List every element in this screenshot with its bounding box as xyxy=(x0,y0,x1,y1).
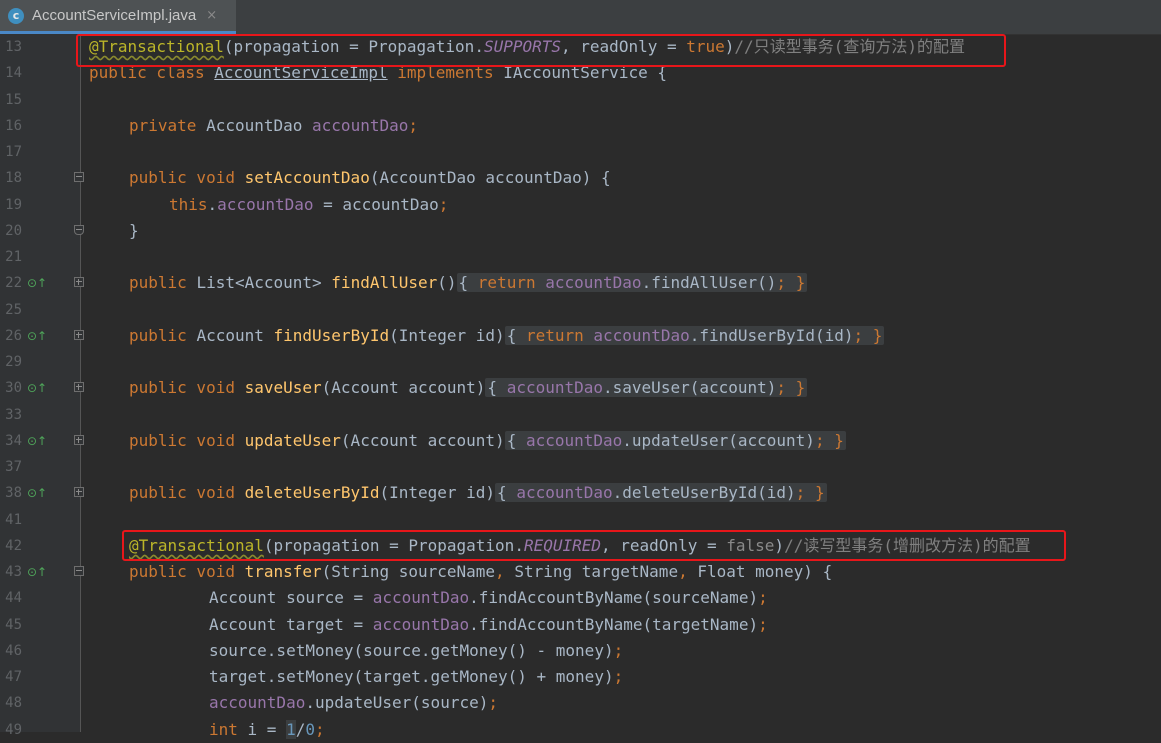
implements-method-icon[interactable]: ⊙↑ xyxy=(27,276,47,290)
line-number: 29 xyxy=(5,354,22,370)
editor-tab-bar: c AccountServiceImpl.java × xyxy=(0,0,1161,35)
code-line: 37 xyxy=(0,454,1161,480)
fold-expand-icon[interactable] xyxy=(74,277,84,288)
implements-method-icon[interactable]: ⊙↑ xyxy=(27,381,47,395)
code-line: 21 xyxy=(0,244,1161,270)
line-number: 48 xyxy=(5,695,22,712)
fold-expand-icon[interactable] xyxy=(74,487,84,498)
code-text: public Account findUserById(Integer id){… xyxy=(129,325,885,345)
implements-method-icon[interactable]: ⊙↑ xyxy=(27,565,47,579)
code-text: public List<Account> findAllUser(){ retu… xyxy=(129,273,808,293)
code-text: private AccountDao accountDao; xyxy=(129,115,418,135)
tab-label: AccountServiceImpl.java xyxy=(32,7,197,24)
implements-method-icon[interactable]: ⊙↑ xyxy=(27,329,47,343)
code-line: 19 this.accountDao = accountDao; xyxy=(0,192,1161,218)
code-line: 33 xyxy=(0,402,1161,428)
code-line: 34 ⊙↑ public void updateUser(Account acc… xyxy=(0,428,1161,454)
fold-expand-icon[interactable] xyxy=(74,382,84,393)
line-number: 13 xyxy=(5,39,22,55)
code-line: 46 source.setMoney(source.getMoney() - m… xyxy=(0,638,1161,664)
line-number: 22 xyxy=(5,275,22,292)
line-number: 34 xyxy=(5,432,22,449)
code-line: 41 xyxy=(0,507,1161,533)
fold-toggle-icon[interactable] xyxy=(74,566,84,576)
code-line: 38 ⊙↑ public void deleteUserById(Integer… xyxy=(0,480,1161,506)
line-number: 33 xyxy=(5,406,22,423)
line-number: 43 xyxy=(5,564,22,580)
line-number: 21 xyxy=(5,249,22,265)
code-line: 44 Account source = accountDao.findAccou… xyxy=(0,585,1161,611)
code-text: int i = 1/0; xyxy=(209,719,325,739)
line-number: 45 xyxy=(5,616,22,633)
fold-toggle-icon[interactable] xyxy=(74,224,84,235)
fold-expand-icon[interactable] xyxy=(74,434,84,445)
java-class-icon: c xyxy=(8,7,24,24)
line-number: 25 xyxy=(5,301,22,318)
line-number: 30 xyxy=(5,380,22,397)
code-text: public void setAccountDao(AccountDao acc… xyxy=(129,168,611,188)
code-text: Account source = accountDao.findAccountB… xyxy=(209,588,768,608)
code-text: } xyxy=(129,220,139,240)
code-text: this.accountDao = accountDao; xyxy=(169,194,449,214)
line-number: 49 xyxy=(5,721,22,738)
fold-toggle-icon[interactable] xyxy=(74,172,84,183)
line-number: 42 xyxy=(5,537,22,554)
line-number: 17 xyxy=(5,144,22,160)
fold-expand-icon[interactable] xyxy=(74,329,84,340)
line-number: 19 xyxy=(5,196,22,213)
line-number: 26 xyxy=(5,327,22,344)
implements-method-icon[interactable]: ⊙↑ xyxy=(27,486,47,500)
line-number: 46 xyxy=(5,642,22,659)
code-text: accountDao.updateUser(source); xyxy=(209,693,498,713)
code-line: 29 xyxy=(0,349,1161,375)
code-line: 15 xyxy=(0,87,1161,113)
code-line: 18 public void setAccountDao(AccountDao … xyxy=(0,165,1161,191)
line-number: 15 xyxy=(5,91,22,108)
code-line: 22 ⊙↑ public List<Account> findAllUser()… xyxy=(0,270,1161,296)
code-line: 48 accountDao.updateUser(source); xyxy=(0,690,1161,716)
code-line: 20 } xyxy=(0,218,1161,244)
code-text: public void transfer(String sourceName, … xyxy=(129,562,833,581)
line-number: 37 xyxy=(5,459,22,475)
highlight-box-readonly-annotation xyxy=(76,34,1006,67)
code-line: 43 ⊙↑ public void transfer(String source… xyxy=(0,559,1161,585)
code-line: 49 int i = 1/0; xyxy=(0,717,1161,743)
code-line: 26 ⊙↑ public Account findUserById(Intege… xyxy=(0,323,1161,349)
code-text: public void saveUser(Account account){ a… xyxy=(129,378,808,398)
line-number: 18 xyxy=(5,170,22,187)
line-number: 20 xyxy=(5,222,22,239)
code-line: 30 ⊙↑ public void saveUser(Account accou… xyxy=(0,375,1161,401)
implements-method-icon[interactable]: ⊙↑ xyxy=(27,434,47,448)
line-number: 47 xyxy=(5,669,22,685)
code-lines: 13 @Transactional(propagation = Propagat… xyxy=(0,34,1161,743)
line-number: 44 xyxy=(5,590,22,607)
close-icon[interactable]: × xyxy=(206,8,217,23)
line-number: 14 xyxy=(5,65,22,82)
code-line: 25 xyxy=(0,297,1161,323)
code-line: 45 Account target = accountDao.findAccou… xyxy=(0,612,1161,638)
code-text: public void updateUser(Account account){… xyxy=(129,430,846,450)
tab-accountserviceimpl[interactable]: c AccountServiceImpl.java × xyxy=(0,0,236,34)
code-line: 17 xyxy=(0,139,1161,165)
highlight-box-readwrite-annotation xyxy=(122,530,1066,561)
code-text: source.setMoney(source.getMoney() - mone… xyxy=(209,640,624,660)
code-text: Account target = accountDao.findAccountB… xyxy=(209,614,768,634)
code-line: 47 target.setMoney(target.getMoney() + m… xyxy=(0,664,1161,690)
code-line: 16 private AccountDao accountDao; xyxy=(0,113,1161,139)
line-number: 16 xyxy=(5,117,22,134)
line-number: 41 xyxy=(5,511,22,528)
line-number: 38 xyxy=(5,485,22,502)
code-text: public void deleteUserById(Integer id){ … xyxy=(129,483,827,503)
code-text: target.setMoney(target.getMoney() + mone… xyxy=(209,667,624,686)
